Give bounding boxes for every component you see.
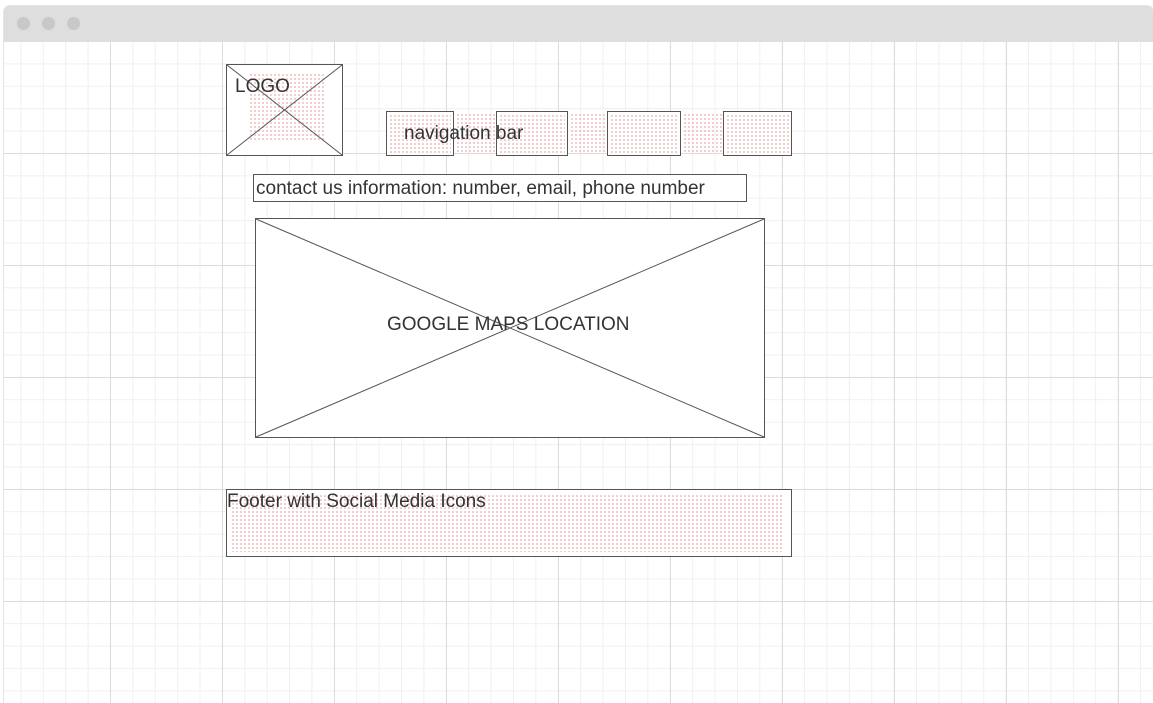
nav-dot-fill (726, 114, 789, 153)
nav-bar-dot-fill (570, 113, 607, 154)
logo-label: LOGO (235, 76, 290, 97)
footer-label: Footer with Social Media Icons (227, 491, 486, 512)
window-minimize-dot[interactable] (42, 17, 55, 30)
footer-box[interactable]: Footer with Social Media Icons (226, 489, 792, 557)
logo-placeholder[interactable]: LOGO (226, 64, 343, 156)
nav-item-3[interactable] (607, 111, 681, 156)
window-maximize-dot[interactable] (67, 17, 80, 30)
nav-dot-fill (610, 114, 678, 153)
nav-bar-dot-fill (683, 113, 723, 154)
wireframe-canvas[interactable]: LOGO navigation bar contact us informati… (4, 42, 1153, 703)
window-close-dot[interactable] (17, 17, 30, 30)
map-placeholder[interactable]: GOOGLE MAPS LOCATION (255, 218, 765, 438)
contact-info-box[interactable]: contact us information: number, email, p… (253, 174, 747, 202)
contact-info-label: contact us information: number, email, p… (256, 178, 705, 199)
browser-window: LOGO navigation bar contact us informati… (4, 6, 1153, 703)
window-titlebar (4, 6, 1153, 42)
nav-item-4[interactable] (723, 111, 792, 156)
map-label: GOOGLE MAPS LOCATION (387, 314, 630, 335)
navigation-bar-label: navigation bar (404, 123, 524, 144)
